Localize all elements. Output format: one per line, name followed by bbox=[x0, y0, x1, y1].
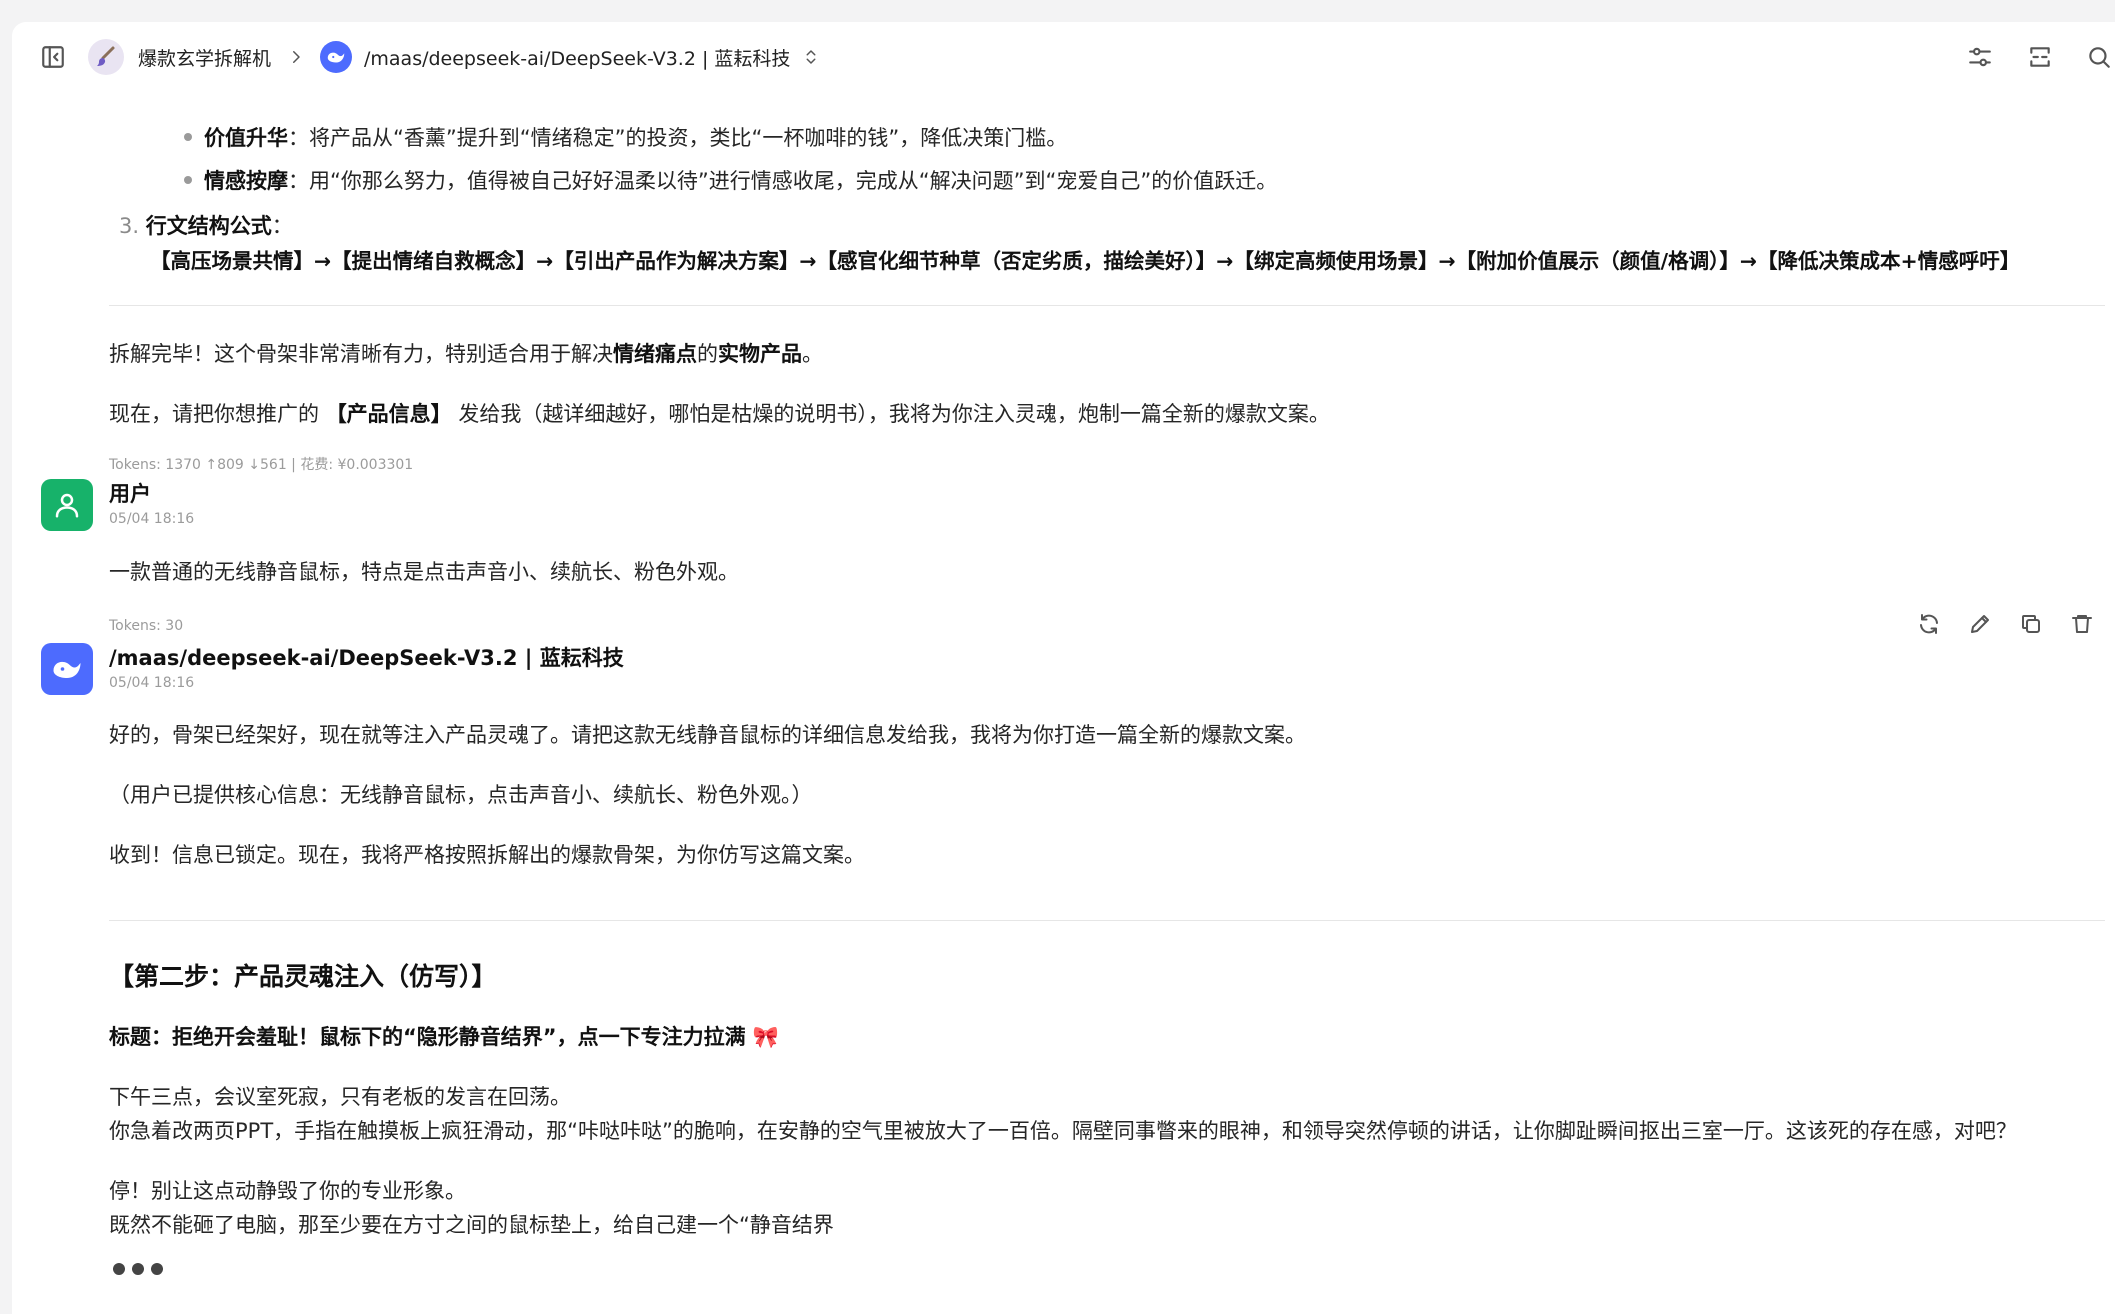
edit-button[interactable] bbox=[1963, 607, 1997, 641]
search-icon bbox=[2089, 47, 2110, 68]
copy-body-line: 下午三点，会议室死寂，只有老板的发言在回荡。 bbox=[109, 1085, 571, 1109]
user-message-text: 一款普通的无线静音鼠标，特点是点击声音小、续航长、粉色外观。 bbox=[109, 560, 739, 584]
user-icon bbox=[55, 493, 79, 518]
structure-formula: 【高压场景共情】→【提出情绪自救概念】→【引出产品作为解决方案】→【感官化细节种… bbox=[150, 249, 2021, 273]
assistant-name: 爆款玄学拆解机 bbox=[138, 47, 272, 70]
copy-body-line: 你急着改两页PPT，手指在触摸板上疯狂滑动，那“咔哒咔哒”的脆响，在安静的空气里… bbox=[109, 1119, 2017, 1143]
chat-window: 爆款玄学拆解机 /maas/deepseek-ai/DeepSeek-V3.2 … bbox=[12, 22, 2115, 1314]
user-avatar bbox=[41, 479, 93, 531]
delete-button[interactable] bbox=[2065, 607, 2099, 641]
divider bbox=[109, 920, 2105, 921]
expand-button[interactable] bbox=[2023, 40, 2057, 74]
numbered-item: 3. 行文结构公式： bbox=[119, 214, 293, 238]
model-name-label: /maas/deepseek-ai/DeepSeek-V3.2 | 蓝耘科技 bbox=[109, 646, 624, 670]
model-selector[interactable]: /maas/deepseek-ai/DeepSeek-V3.2 | 蓝耘科技 bbox=[320, 37, 820, 77]
assistant-paragraph: （用户已提供核心信息：无线静音鼠标，点击声音小、续航长、粉色外观。） bbox=[109, 783, 813, 807]
assistant-selector[interactable]: 爆款玄学拆解机 bbox=[88, 37, 305, 77]
sliders-icon bbox=[1969, 47, 1991, 67]
brush-icon bbox=[97, 46, 115, 66]
top-bar: 爆款玄学拆解机 /maas/deepseek-ai/DeepSeek-V3.2 … bbox=[12, 22, 2115, 92]
assistant-paragraph: 好的，骨架已经架好，现在就等注入产品灵魂了。请把这款无线静音鼠标的详细信息发给我… bbox=[109, 723, 1306, 747]
bullet-marker bbox=[184, 176, 192, 184]
typing-dot bbox=[113, 1263, 125, 1275]
bullet-marker bbox=[184, 133, 192, 141]
sidebar-toggle-icon bbox=[42, 46, 64, 68]
copy-title: 标题：拒绝开会羞耻！鼠标下的“隐形静音结界”，点一下专注力拉满 🎀 bbox=[109, 1025, 780, 1049]
list-item: 情感按摩：用“你那么努力，值得被自己好好温柔以待”进行情感收尾，完成从“解决问题… bbox=[204, 169, 1278, 193]
message-time: 05/04 18:16 bbox=[109, 511, 195, 527]
sidebar-toggle-button[interactable] bbox=[38, 42, 68, 72]
assistant-avatar bbox=[88, 39, 124, 75]
model-avatar bbox=[41, 643, 93, 695]
typing-dot bbox=[151, 1263, 163, 1275]
chevrons-up-down-icon bbox=[806, 50, 816, 64]
deepseek-whale-icon bbox=[53, 661, 81, 678]
pencil-icon bbox=[1971, 615, 1989, 633]
regenerate-button[interactable] bbox=[1912, 607, 1946, 641]
expand-icon bbox=[2030, 47, 2050, 67]
copy-body-line: 既然不能砸了电脑，那至少要在方寸之间的鼠标垫上，给自己建一个“静音结界 bbox=[109, 1213, 834, 1237]
token-usage: Tokens: 30 bbox=[109, 618, 184, 634]
model-logo bbox=[320, 41, 352, 73]
request-paragraph: 现在，请把你想推广的 【产品信息】 发给我（越详细越好，哪怕是枯燥的说明书），我… bbox=[109, 402, 1330, 426]
chevron-right-icon bbox=[293, 51, 300, 63]
copy-button[interactable] bbox=[2014, 607, 2048, 641]
divider bbox=[109, 305, 2105, 306]
deepseek-whale-icon bbox=[327, 52, 345, 63]
model-name: /maas/deepseek-ai/DeepSeek-V3.2 | 蓝耘科技 bbox=[364, 47, 791, 70]
list-item: 价值升华：将产品从“香薰”提升到“情绪稳定”的投资，类比“一杯咖啡的钱”，降低决… bbox=[204, 126, 1068, 150]
assistant-paragraph: 收到！信息已锁定。现在，我将严格按照拆解出的爆款骨架，为你仿写这篇文案。 bbox=[109, 843, 865, 867]
trash-icon bbox=[2072, 615, 2092, 633]
message-time: 05/04 18:16 bbox=[109, 675, 195, 691]
refresh-icon bbox=[1920, 614, 1938, 634]
summary-paragraph: 拆解完毕！这个骨架非常清晰有力，特别适合用于解决情绪痛点的实物产品。 bbox=[109, 342, 823, 366]
user-name: 用户 bbox=[109, 482, 151, 506]
section-heading: 【第二步：产品灵魂注入（仿写）】 bbox=[109, 962, 497, 991]
settings-button[interactable] bbox=[1963, 40, 1997, 74]
typing-indicator bbox=[113, 1263, 163, 1275]
copy-icon bbox=[2022, 615, 2040, 633]
typing-dot bbox=[132, 1263, 144, 1275]
message-list: 价值升华：将产品从“香薰”提升到“情绪稳定”的投资，类比“一杯咖啡的钱”，降低决… bbox=[12, 92, 2115, 1314]
search-button[interactable] bbox=[2082, 40, 2115, 74]
copy-body-line: 停！别让这点动静毁了你的专业形象。 bbox=[109, 1179, 466, 1203]
token-usage: Tokens: 1370 ↑809 ↓561 | 花费: ¥0.003301 bbox=[109, 457, 414, 473]
